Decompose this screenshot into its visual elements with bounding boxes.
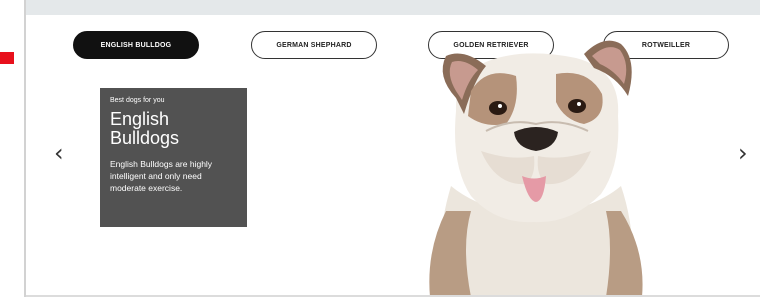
chevron-left-icon: ‹ [54, 139, 64, 167]
top-bar [26, 0, 760, 15]
hero-eyebrow: Best dogs for you [110, 97, 165, 104]
tab-german-shephard[interactable]: GERMAN SHEPHARD [251, 31, 377, 59]
chevron-right-icon: › [738, 139, 748, 167]
left-gutter [0, 0, 24, 297]
red-marker [0, 52, 14, 64]
prev-button[interactable]: ‹ [54, 141, 64, 165]
hero-title-line2: Bulldogs [110, 128, 180, 148]
bulldog-image [429, 40, 643, 297]
hero-title: English Bulldogs [110, 110, 237, 148]
hero-description: English Bulldogs are highly intelligent … [110, 159, 213, 193]
carousel-frame: ENGLISH BULLDOG GERMAN SHEPHARD GOLDEN R… [24, 0, 760, 297]
hero-title-line1: English [110, 109, 170, 129]
next-button[interactable]: › [738, 141, 748, 165]
tab-english-bulldog[interactable]: ENGLISH BULLDOG [73, 31, 199, 59]
hero-info-box: Best dogs for you English Bulldogs Engli… [100, 88, 247, 227]
